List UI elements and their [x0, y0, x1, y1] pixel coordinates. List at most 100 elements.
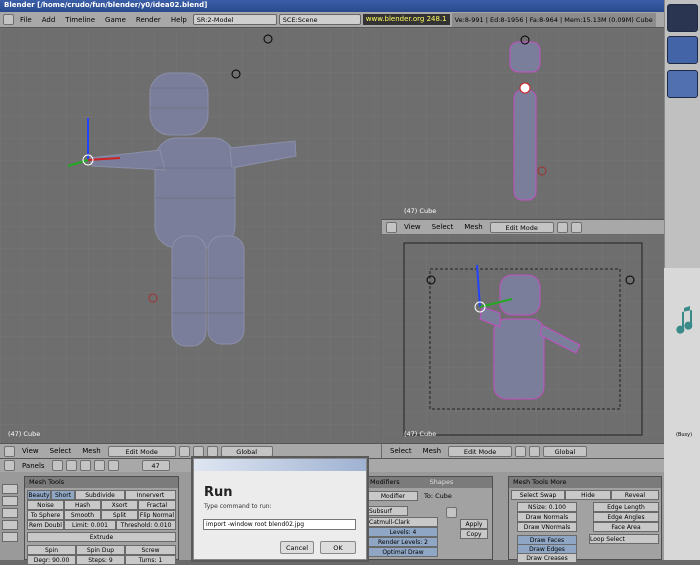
- screen-selector[interactable]: SR:2-Model: [192, 14, 277, 25]
- manipulator-icon[interactable]: [206, 445, 218, 457]
- draw-vnormals-toggle[interactable]: Draw VNormals: [517, 522, 577, 532]
- limit-field[interactable]: Limit: 0.001: [64, 520, 116, 530]
- menu-mesh[interactable]: Mesh: [78, 447, 104, 455]
- reveal-button[interactable]: Reveal: [611, 490, 659, 500]
- pivot-icon[interactable]: [192, 445, 204, 457]
- smooth-button[interactable]: Smooth: [64, 510, 101, 520]
- pivot-icon[interactable]: [515, 445, 527, 457]
- hide-button[interactable]: Hide: [565, 490, 611, 500]
- modifier-name-field[interactable]: Subsurf: [368, 506, 408, 516]
- edge-length-toggle[interactable]: Edge Length: [593, 502, 659, 512]
- logic-icon[interactable]: [51, 460, 63, 471]
- viewport-main[interactable]: (47) Cube: [0, 28, 381, 443]
- beauty-button[interactable]: Beauty: [27, 490, 51, 500]
- loop-select-button[interactable]: Loop Select: [589, 534, 659, 544]
- steps-field[interactable]: Steps: 9: [76, 555, 125, 565]
- mode-selector[interactable]: Edit Mode: [107, 445, 176, 457]
- to-sphere-button[interactable]: To Sphere: [27, 510, 64, 520]
- viewport-main-header: View Select Mesh Edit Mode Global: [0, 443, 381, 458]
- spin-dup-button[interactable]: Spin Dup: [76, 545, 125, 555]
- split-button[interactable]: Split: [101, 510, 138, 520]
- view-type-icon[interactable]: [386, 221, 397, 233]
- viewport-bottom-right[interactable]: (47) Cube: [382, 235, 664, 443]
- modifiers-tab[interactable]: Modifiers: [370, 477, 400, 488]
- render-levels-field[interactable]: Render Levels: 2: [368, 537, 438, 547]
- menu-file[interactable]: File: [16, 16, 36, 24]
- draw-type-icon[interactable]: [178, 445, 190, 457]
- levels-field[interactable]: Levels: 4: [368, 527, 438, 537]
- menu-render[interactable]: Render: [132, 16, 165, 24]
- window-icon[interactable]: [667, 36, 698, 64]
- subdivide-button[interactable]: Subdivide: [75, 490, 125, 500]
- threshold-field[interactable]: Threshold: 0.010: [116, 520, 176, 530]
- face-area-toggle[interactable]: Face Area: [593, 522, 659, 532]
- ok-button[interactable]: OK: [320, 541, 356, 554]
- subsurf-type-selector[interactable]: Catmull-Clark: [368, 517, 438, 527]
- apply-button[interactable]: Apply: [460, 519, 488, 529]
- screw-button[interactable]: Screw: [125, 545, 176, 555]
- normal-size-field[interactable]: NSize: 0.100: [517, 502, 577, 512]
- turns-field[interactable]: Turns: 1: [125, 555, 176, 565]
- mode-selector[interactable]: Edit Mode: [448, 445, 513, 457]
- menu-help[interactable]: Help: [167, 16, 191, 24]
- window-icon[interactable]: [667, 70, 698, 98]
- hash-button[interactable]: Hash: [64, 500, 101, 510]
- close-modifier-icon[interactable]: [446, 507, 457, 518]
- noise-button[interactable]: Noise: [27, 500, 64, 510]
- fractal-button[interactable]: Fractal: [138, 500, 176, 510]
- short-button[interactable]: Short: [51, 490, 75, 500]
- shading-icon[interactable]: [79, 460, 91, 471]
- menu-mesh[interactable]: Mesh: [460, 223, 486, 231]
- draw-normals-toggle[interactable]: Draw Normals: [517, 512, 577, 522]
- menu-mesh[interactable]: Mesh: [419, 447, 445, 455]
- menu-select[interactable]: Select: [386, 447, 416, 455]
- viewport-top-right[interactable]: (47) Cube: [382, 28, 664, 218]
- add-modifier-button[interactable]: Modifier: [368, 491, 418, 501]
- scene-selector[interactable]: SCE:Scene: [278, 14, 361, 25]
- mode-selector[interactable]: Edit Mode: [489, 221, 554, 233]
- command-input[interactable]: import -window root blend02.jpg: [203, 519, 356, 530]
- flip-normal-button[interactable]: Flip Normal: [138, 510, 176, 520]
- draw-creases-toggle[interactable]: Draw Creases: [517, 553, 577, 563]
- edge-angles-toggle[interactable]: Edge Angles: [593, 512, 659, 522]
- menu-add[interactable]: Add: [38, 16, 60, 24]
- left-edge-buttons: [2, 484, 20, 560]
- window-title: Blender [/home/crudo/fun/blender/y0/idea…: [0, 0, 664, 12]
- cancel-button[interactable]: Cancel: [280, 541, 314, 554]
- script-icon[interactable]: [65, 460, 77, 471]
- menu-view[interactable]: View: [18, 447, 43, 455]
- select-swap-button[interactable]: Select Swap: [511, 490, 565, 500]
- window-type-icon[interactable]: [4, 460, 15, 471]
- info-icon[interactable]: [3, 14, 14, 25]
- pivot-icon[interactable]: [556, 221, 568, 233]
- innervert-button[interactable]: Innervert: [125, 490, 176, 500]
- panels-menu[interactable]: Panels: [18, 462, 49, 470]
- viewport-top-right-header: View Select Mesh Edit Mode: [382, 219, 664, 234]
- object-icon[interactable]: [93, 460, 105, 471]
- orientation-selector[interactable]: Global: [543, 445, 588, 457]
- orientation-selector[interactable]: Global: [220, 445, 273, 457]
- menu-timeline[interactable]: Timeline: [61, 16, 99, 24]
- blender-site-link: www.blender.org 248.1: [362, 14, 450, 25]
- frame-field[interactable]: 47: [141, 460, 170, 471]
- frame-label-bottom-right: (47) Cube: [404, 430, 437, 438]
- window-icon[interactable]: [667, 4, 698, 32]
- manipulator-icon[interactable]: [570, 221, 582, 233]
- optimal-draw-toggle[interactable]: Optimal Draw: [368, 547, 438, 557]
- editing-icon[interactable]: [107, 460, 119, 471]
- spin-button[interactable]: Spin: [27, 545, 76, 555]
- menu-select[interactable]: Select: [428, 223, 458, 231]
- menu-view[interactable]: View: [400, 223, 425, 231]
- character-model-side: [509, 35, 547, 201]
- degrees-field[interactable]: Degr: 90.00: [27, 555, 76, 565]
- menu-game[interactable]: Game: [101, 16, 130, 24]
- remove-doubles-button[interactable]: Rem Doubl: [27, 520, 64, 530]
- copy-button[interactable]: Copy: [460, 529, 488, 539]
- view-type-icon[interactable]: [4, 445, 15, 457]
- run-dialog: Run Type command to run: import -window …: [193, 458, 367, 560]
- shapes-tab[interactable]: Shapes: [430, 477, 454, 488]
- xsort-button[interactable]: Xsort: [101, 500, 138, 510]
- menu-select[interactable]: Select: [46, 447, 76, 455]
- extrude-button[interactable]: Extrude: [27, 532, 176, 542]
- manipulator-icon[interactable]: [529, 445, 541, 457]
